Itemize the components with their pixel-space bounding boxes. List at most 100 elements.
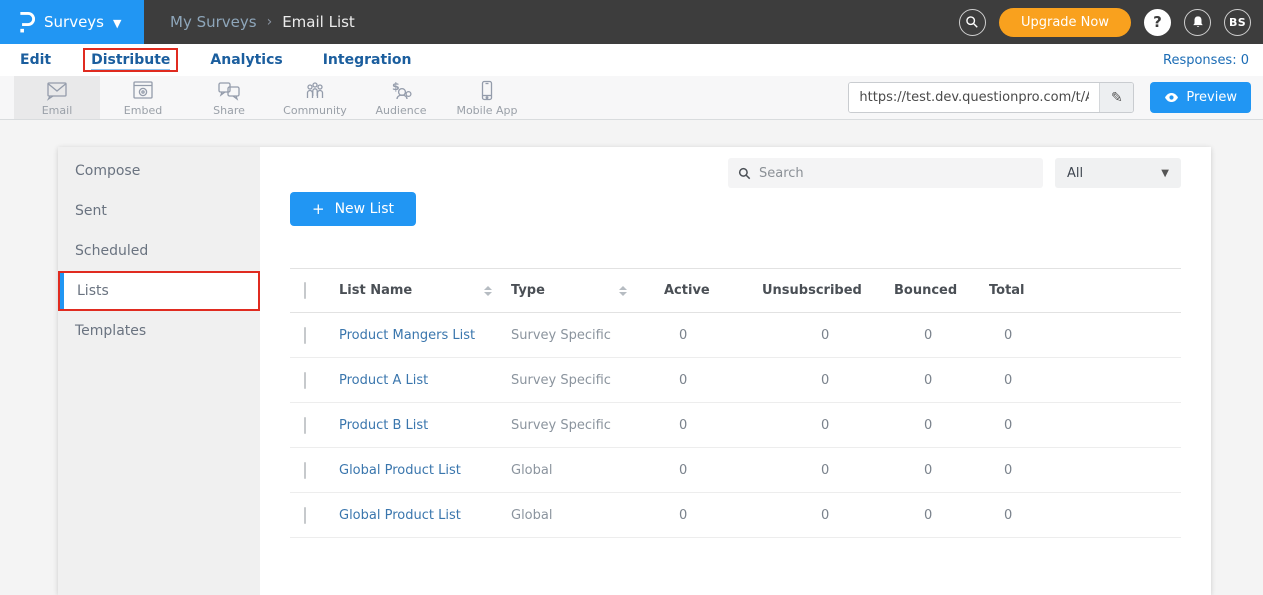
main-area: Compose Sent Scheduled Lists Templates A… [0,120,1263,595]
total-count: 0 [975,508,1181,523]
lists-table: List Name Type Active Unsubscribed Bounc… [290,268,1181,538]
list-type: Survey Specific [500,373,635,388]
search-button[interactable] [959,9,986,36]
sort-icon[interactable] [619,286,627,296]
row-checkbox[interactable] [304,372,306,389]
active-count: 0 [635,508,750,523]
row-checkbox[interactable] [304,507,306,524]
email-icon [44,79,70,103]
channel-email[interactable]: Email [14,76,100,119]
total-count: 0 [975,328,1181,343]
upgrade-now-button[interactable]: Upgrade Now [999,8,1131,37]
user-avatar[interactable]: BS [1224,9,1251,36]
community-icon [302,79,328,103]
row-checkbox[interactable] [304,327,306,344]
list-name-link[interactable]: Global Product List [339,508,500,523]
share-icon [216,79,242,103]
edit-url-button[interactable]: ✎ [1099,83,1133,112]
channel-community[interactable]: Community [272,76,358,119]
list-name-link[interactable]: Global Product List [339,463,500,478]
eye-icon [1164,92,1179,103]
sidebar-item-lists[interactable]: Lists [58,271,260,311]
embed-icon [130,79,156,103]
channel-share[interactable]: Share [186,76,272,119]
table-row: Product A List Survey Specific 0 0 0 0 [290,358,1181,403]
tab-analytics[interactable]: Analytics [204,50,288,70]
unsubscribed-count: 0 [750,508,880,523]
survey-url-input[interactable] [849,83,1099,112]
table-row: Product Mangers List Survey Specific 0 0… [290,313,1181,358]
table-header-row: List Name Type Active Unsubscribed Bounc… [290,269,1181,313]
lists-content: All ▼ + New List List Name Type Active U… [260,147,1211,595]
sort-icon[interactable] [484,286,492,296]
survey-nav: Edit Distribute Analytics Integration Re… [0,44,1263,76]
new-list-button[interactable]: + New List [290,192,416,226]
list-table-body: Product Mangers List Survey Specific 0 0… [290,313,1181,538]
list-type: Global [500,508,635,523]
distribute-toolbar: Email Embed Share Community $ Audience M… [0,76,1263,120]
tab-edit[interactable]: Edit [14,50,57,70]
email-sidebar: Compose Sent Scheduled Lists Templates [58,147,260,595]
sidebar-item-compose[interactable]: Compose [58,151,260,191]
help-button[interactable]: ? [1144,9,1171,36]
table-row: Product B List Survey Specific 0 0 0 0 [290,403,1181,448]
channel-embed[interactable]: Embed [100,76,186,119]
bounced-count: 0 [880,418,975,433]
breadcrumb-parent[interactable]: My Surveys [170,13,257,31]
active-count: 0 [635,373,750,388]
list-name-link[interactable]: Product A List [339,373,500,388]
bounced-count: 0 [880,508,975,523]
list-search-box [728,158,1043,188]
top-bar: Surveys ▼ My Surveys › Email List Upgrad… [0,0,1263,44]
bounced-count: 0 [880,328,975,343]
question-mark-icon: ? [1153,13,1162,31]
unsubscribed-count: 0 [750,463,880,478]
list-type: Survey Specific [500,328,635,343]
active-count: 0 [635,328,750,343]
table-row: Global Product List Global 0 0 0 0 [290,493,1181,538]
tab-distribute[interactable]: Distribute [85,50,176,70]
list-type: Survey Specific [500,418,635,433]
list-filter-dropdown[interactable]: All ▼ [1055,158,1181,188]
active-count: 0 [635,418,750,433]
channel-mobile-app[interactable]: Mobile App [444,76,530,119]
breadcrumb: My Surveys › Email List [170,13,355,31]
channel-audience[interactable]: $ Audience [358,76,444,119]
search-icon [965,15,979,29]
chevron-down-icon: ▼ [1161,168,1169,179]
unsubscribed-count: 0 [750,418,880,433]
search-icon [738,167,751,180]
list-type: Global [500,463,635,478]
breadcrumb-current: Email List [282,13,355,31]
unsubscribed-count: 0 [750,328,880,343]
bounced-count: 0 [880,463,975,478]
row-checkbox[interactable] [304,417,306,434]
survey-url-box: ✎ [848,82,1134,113]
list-name-link[interactable]: Product Mangers List [339,328,500,343]
sidebar-item-sent[interactable]: Sent [58,191,260,231]
questionpro-logo-icon [16,10,35,34]
preview-button[interactable]: Preview [1150,82,1251,113]
table-row: Global Product List Global 0 0 0 0 [290,448,1181,493]
app-name: Surveys [44,13,104,31]
total-count: 0 [975,418,1181,433]
bounced-count: 0 [880,373,975,388]
pencil-icon: ✎ [1111,90,1123,106]
total-count: 0 [975,463,1181,478]
unsubscribed-count: 0 [750,373,880,388]
sidebar-item-templates[interactable]: Templates [58,311,260,351]
select-all-checkbox[interactable] [304,282,306,299]
tab-integration[interactable]: Integration [317,50,418,70]
plus-icon: + [312,200,325,218]
responses-count[interactable]: Responses: 0 [1163,53,1249,68]
total-count: 0 [975,373,1181,388]
list-search-input[interactable] [759,166,1033,181]
email-lists-panel: Compose Sent Scheduled Lists Templates A… [58,147,1211,595]
notifications-button[interactable] [1184,9,1211,36]
avatar-initials: BS [1229,16,1246,29]
sidebar-item-scheduled[interactable]: Scheduled [58,231,260,271]
row-checkbox[interactable] [304,462,306,479]
chevron-down-icon: ▼ [113,17,121,30]
product-switcher[interactable]: Surveys ▼ [0,0,144,44]
list-name-link[interactable]: Product B List [339,418,500,433]
